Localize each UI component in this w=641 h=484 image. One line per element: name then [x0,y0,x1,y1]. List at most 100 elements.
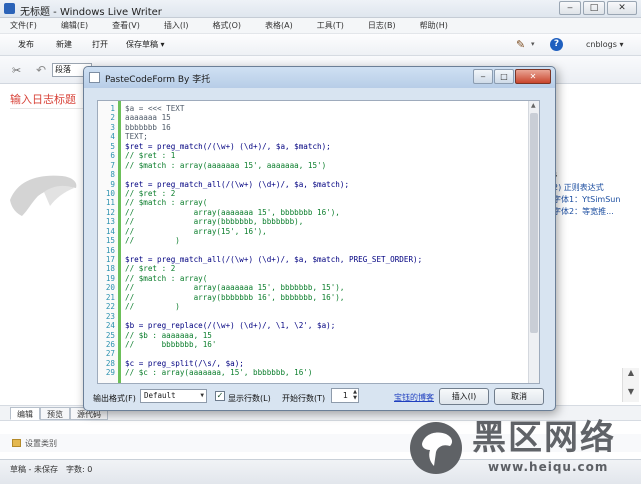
code-line: 14 // array(15', 16'), [98,227,528,236]
code-line: 11 // $match : array( [98,198,528,207]
code-line: 26 // bbbbbbb, 16' [98,340,528,349]
close-button[interactable]: ✕ [607,1,637,15]
open-button[interactable]: 打开 [92,39,108,50]
pane-link[interactable]: 字体2：等宽推... [553,206,639,218]
code-text: // $match : array( [125,273,208,283]
main-toolbar: 发布 新建 打开 保存草稿 ▾ ✎ ▾ ? cnblogs ▾ [0,34,641,56]
editor-scrollbar[interactable]: ▲ ▼ [622,368,639,402]
stepper-arrows-icon[interactable]: ▲ ▼ [353,389,357,401]
save-status: 草稿 - 未保存 [10,465,58,474]
code-text: // $match : array(aaaaaaa 15', aaaaaaa, … [125,160,327,170]
minimize-button[interactable]: ‒ [559,1,581,15]
dialog-title: PasteCodeForm By 李托 [105,75,211,85]
dialog-minimize-button[interactable]: ‒ [473,69,493,84]
code-line: 18 // $ret : 2 [98,264,528,273]
code-text: // array(aaaaaaa 15', bbbbbbb 16'), [125,207,340,217]
dialog-options: 输出格式(F) Default ▼ ✓ 显示行数(L) 开始行数(T) 1 ▲ ▼… [84,385,555,411]
line-number: 7 [110,160,115,170]
cancel-button[interactable]: 取消 [494,388,544,405]
code-text: // $b : aaaaaaa, 15 [125,330,212,340]
code-line: 2 aaaaaaa 15 [98,113,528,122]
code-line: 27 [98,349,528,358]
line-number: 11 [105,198,115,208]
save-draft-button[interactable]: 保存草稿 ▾ [126,39,165,50]
code-text: aaaaaaa 15 [125,113,171,123]
blog-link[interactable]: 宝钰的博客 [394,392,434,403]
brush-icon[interactable]: ✎ [516,39,528,51]
window-title: 无标题 - Windows Live Writer [20,7,162,18]
code-line: 1 $a = <<< TEXT [98,104,528,113]
scroll-up-icon[interactable]: ▲ [531,102,536,109]
menu-blog[interactable]: 日志(B) [368,18,396,33]
pane-link[interactable]: 2) 正则表达式 [553,182,639,194]
code-text: $c = preg_split(/\s/, $a); [125,358,244,368]
code-line: 25 // $b : aaaaaaa, 15 [98,331,528,340]
scroll-thumb[interactable] [530,113,538,333]
menu-insert[interactable]: 插入(I) [164,18,189,33]
code-line: 3 bbbbbbb 16 [98,123,528,132]
code-text: $ret = preg_match_all(/(\w+) (\d+)/, $a,… [125,179,350,189]
code-text: // array(bbbbbbb, bbbbbbb), [125,217,304,227]
code-line: 15 // ) [98,236,528,245]
line-number: 22 [105,302,115,312]
code-text: // array(bbbbbbb 16', bbbbbbb, 16'), [125,292,345,302]
start-line-stepper[interactable]: 1 ▲ ▼ [331,388,359,403]
menu-file[interactable]: 文件(F) [10,18,37,33]
menu-view[interactable]: 查看(V) [112,18,140,33]
watermark-logo [410,422,462,474]
menu-edit[interactable]: 编辑(E) [61,18,88,33]
menu-format[interactable]: 格式(O) [212,18,241,33]
code-text: // array(aaaaaaa 15', bbbbbbb, 15'), [125,283,345,293]
insert-button[interactable]: 插入(I) [439,388,489,405]
dialog-maximize-button[interactable]: □ [494,69,514,84]
dialog-titlebar: PasteCodeForm By 李托 ‒ □ ✕ [84,67,555,88]
line-number: 18 [105,264,115,274]
watermark-url: www.heiqu.com [488,460,609,474]
code-text: $b = preg_replace(/(\w+) (\d+)/, \1, \2'… [125,321,336,331]
menu-table[interactable]: 表格(A) [265,18,293,33]
dialog-close-button[interactable]: ✕ [515,69,551,84]
code-line: 13 // array(bbbbbbb, bbbbbbb), [98,217,528,226]
set-category-link[interactable]: 设置类别 [25,438,57,449]
tab-edit[interactable]: 编辑 [10,407,40,420]
undo-icon[interactable]: ↶ [36,63,46,77]
tab-preview[interactable]: 预览 [40,407,70,420]
code-line: 23 [98,312,528,321]
word-count: 字数: 0 [66,465,93,474]
code-editor[interactable]: 1 $a = <<< TEXT 2 aaaaaaa 15 3 bbbbbbb 16 4 TEX… [97,100,540,384]
window-titlebar: 无标题 - Windows Live Writer ‒ □ ✕ [0,0,641,18]
scroll-up-icon[interactable]: ▲ [623,368,639,377]
blog-selector[interactable]: cnblogs ▾ [586,40,623,49]
code-text: $ret = preg_match(/(\w+) (\d+)/, $a, $ma… [125,141,331,151]
start-line-value: 1 [342,391,348,400]
show-line-numbers-checkbox[interactable]: ✓ [215,391,225,401]
line-number: 8 [110,170,115,180]
chevron-down-icon[interactable]: ▾ [531,40,535,48]
help-icon[interactable]: ? [550,38,563,51]
line-number: 19 [105,273,115,283]
line-number: 23 [105,311,115,321]
line-number: 24 [105,321,115,331]
scissors-icon[interactable]: ✂ [12,64,21,77]
line-number: 21 [105,292,115,302]
output-format-select[interactable]: Default ▼ [140,389,207,403]
code-text: TEXT; [125,132,148,142]
show-line-numbers-label: 显示行数(L) [228,394,271,403]
line-number: 12 [105,207,115,217]
menu-help[interactable]: 帮助(H) [420,18,448,33]
app-icon [4,3,15,14]
paste-code-dialog: PasteCodeForm By 李托 ‒ □ ✕ 1 $a = <<< TEXT… [83,66,556,411]
code-scrollbar[interactable]: ▲ [528,101,539,383]
menu-tools[interactable]: 工具(T) [317,18,344,33]
new-button[interactable]: 新建 [56,39,72,50]
pane-link[interactable]: 字体1：YtSimSun [553,194,639,206]
code-text: bbbbbbb 16 [125,122,171,132]
code-text: // ) [125,302,180,312]
code-line: 12 // array(aaaaaaa 15', bbbbbbb 16'), [98,208,528,217]
publish-button[interactable]: 发布 [18,39,34,50]
output-format-value: Default [144,391,176,400]
line-number: 16 [105,245,115,255]
menu-bar: 文件(F) 编辑(E) 查看(V) 插入(I) 格式(O) 表格(A) 工具(T… [0,18,641,34]
scroll-down-icon[interactable]: ▼ [623,387,639,396]
maximize-button[interactable]: □ [583,1,605,15]
